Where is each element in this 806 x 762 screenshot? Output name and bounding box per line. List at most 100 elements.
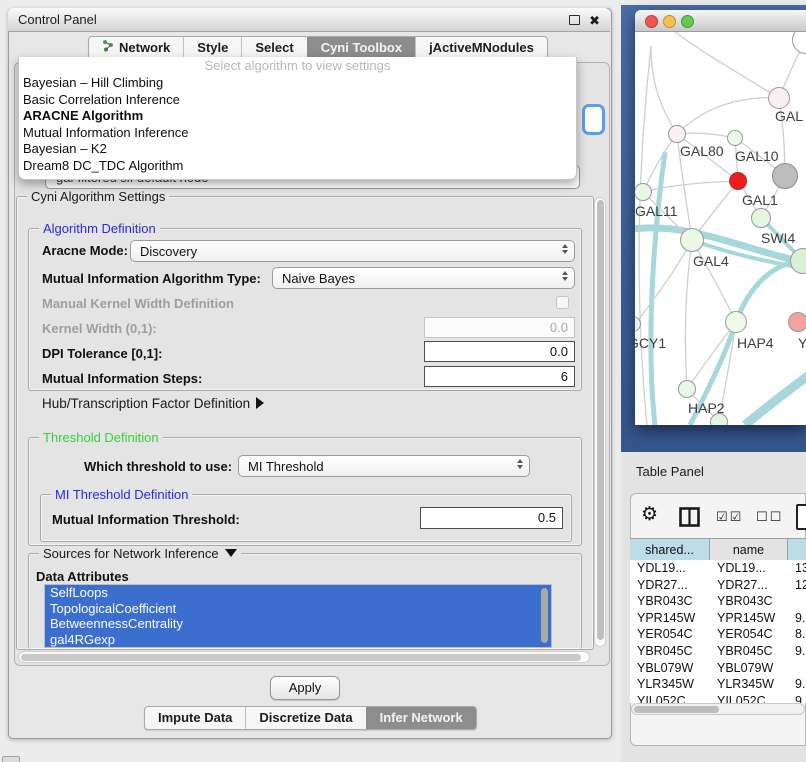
dpi-tolerance-label: DPI Tolerance [0,1]: — [42, 346, 162, 361]
threshold-definition-title: Threshold Definition — [39, 430, 163, 445]
node-label-gal80: GAL80 — [680, 143, 724, 159]
tab-jactivemnodules[interactable]: jActiveMNodules — [415, 37, 547, 59]
attribute-item-betweennesscentrality[interactable]: BetweennessCentrality — [45, 616, 551, 632]
table-horizontal-scrollbar[interactable] — [631, 703, 805, 715]
zoom-traffic-light-icon[interactable] — [681, 15, 694, 28]
table-row[interactable]: YBL079WYBL079W — [630, 660, 806, 677]
manual-kernel-checkbox[interactable] — [556, 296, 569, 309]
attribute-item-selfloops[interactable]: SelfLoops — [45, 585, 551, 601]
tab-select[interactable]: Select — [241, 37, 306, 59]
corner-widget[interactable] — [2, 756, 20, 762]
settings-horizontal-scrollbar[interactable] — [18, 651, 590, 663]
table-row[interactable]: YBR045CYBR045C9. — [630, 643, 806, 660]
export-table-icon[interactable] — [796, 504, 806, 530]
table-row[interactable]: YDR27...YDR27...12 — [630, 577, 806, 594]
hub-definition-toggle[interactable]: Hub/Transcription Factor Definition — [42, 396, 264, 411]
scrollbar-thumb[interactable] — [597, 200, 604, 640]
bottom-tab-discretize-data[interactable]: Discretize Data — [245, 707, 365, 729]
algorithm-option-bayesian-hill-climbing[interactable]: Bayesian – Hill Climbing — [19, 75, 576, 92]
network-node[interactable] — [772, 163, 798, 189]
table-cell: YLR345W — [630, 676, 710, 693]
table-row[interactable]: YDL19...YDL19...13 — [630, 560, 806, 577]
table-cell: YPR145W — [710, 610, 788, 627]
expand-right-icon — [256, 397, 264, 409]
data-attributes-label: Data Attributes — [36, 569, 129, 584]
attribute-item-topologicalcoefficient[interactable]: TopologicalCoefficient — [45, 601, 551, 617]
which-threshold-value: MI Threshold — [248, 459, 324, 474]
algorithm-option-dream8-dc-tdc-algorithm[interactable]: Dream8 DC_TDC Algorithm — [19, 158, 576, 175]
column-header-2[interactable] — [788, 539, 806, 561]
column-layout-icon[interactable] — [679, 507, 700, 530]
aracne-mode-combo[interactable]: Discovery — [130, 240, 575, 262]
unchecked-columns-icon[interactable]: ☐☐ — [756, 509, 783, 525]
network-node-gal80[interactable] — [668, 125, 686, 143]
scrollbar-thumb[interactable] — [634, 706, 719, 713]
table-header-row: shared...name — [630, 538, 806, 562]
settings-vertical-scrollbar[interactable] — [594, 197, 606, 647]
attribute-item-gal4rgexp[interactable]: gal4RGexp — [45, 632, 551, 648]
tab-style[interactable]: Style — [183, 37, 241, 59]
close-traffic-light-icon[interactable] — [645, 15, 658, 28]
node-label-swi4: SWI4 — [761, 230, 795, 246]
table-cell: YLR345W — [710, 676, 788, 693]
network-node-y[interactable] — [788, 312, 806, 332]
attribute-list-scrollbar[interactable] — [541, 588, 548, 643]
network-node-hap4[interactable] — [725, 311, 747, 333]
tab-label: Select — [255, 37, 293, 59]
close-panel-icon[interactable]: ✖ — [589, 14, 600, 27]
algorithm-option-basic-correlation-inference[interactable]: Basic Correlation Inference — [19, 92, 576, 109]
tab-label: jActiveMNodules — [429, 37, 534, 59]
sources-group-toggle[interactable]: Sources for Network Inference — [39, 546, 241, 561]
algorithm-option-aracne-algorithm[interactable]: ARACNE Algorithm — [19, 108, 576, 125]
bottom-tab-impute-data[interactable]: Impute Data — [145, 707, 245, 729]
column-header-name[interactable]: name — [710, 539, 788, 561]
apply-button[interactable]: Apply — [270, 676, 340, 700]
dpi-tolerance-field[interactable]: 0.0 — [424, 341, 575, 362]
network-node-gal1[interactable] — [729, 172, 747, 190]
minimize-traffic-light-icon[interactable] — [663, 15, 676, 28]
tab-cyni-toolbox[interactable]: Cyni Toolbox — [307, 37, 415, 59]
algorithm-option-bayesian-k2[interactable]: Bayesian – K2 — [19, 141, 576, 158]
gear-icon[interactable]: ⚙ — [641, 503, 658, 526]
which-threshold-combo[interactable]: MI Threshold — [238, 455, 530, 477]
network-canvas[interactable]: GALGAL80GAL10GAL1GAL11SWI4GAL4GCY1HAP4YH… — [635, 32, 806, 425]
table-cell: YBR043C — [630, 593, 710, 610]
bottom-tab-label: Impute Data — [158, 707, 232, 729]
table-row[interactable]: YPR145WYPR145W9. — [630, 610, 806, 627]
table-cell: YER054C — [630, 626, 710, 643]
kernel-width-field[interactable]: 0.0 — [424, 317, 575, 338]
column-header-shared[interactable]: shared... — [630, 539, 710, 561]
screen: Control Panel ✖ Network Style Select Cyni T… — [0, 0, 806, 762]
table-panel-title: Table Panel — [636, 464, 704, 479]
scrollbar-thumb[interactable] — [21, 654, 581, 661]
algorithm-option-mutual-information-inference[interactable]: Mutual Information Inference — [19, 125, 576, 142]
table-row[interactable]: YER054CYER054C8. — [630, 626, 806, 643]
network-node-gal4[interactable] — [680, 228, 704, 252]
table-row[interactable]: YLR345WYLR345W9. — [630, 676, 806, 693]
network-node-gal10[interactable] — [727, 130, 743, 146]
mi-steps-field[interactable]: 6 — [424, 366, 575, 387]
tab-network[interactable]: Network — [89, 37, 183, 59]
network-node-swi4[interactable] — [751, 208, 771, 228]
network-window-titlebar[interactable] — [635, 10, 806, 32]
network-node-gal[interactable] — [768, 87, 790, 109]
mi-threshold-field[interactable]: 0.5 — [420, 507, 563, 529]
tab-label: Style — [197, 37, 228, 59]
network-node-hap2[interactable] — [678, 380, 696, 398]
table-row[interactable]: YIL052CYIL052C9 — [630, 693, 806, 703]
bottom-tab-label: Discretize Data — [259, 707, 352, 729]
algorithm-dropdown-placeholder: Select algorithm to view settings — [19, 57, 576, 75]
mi-type-value: Naive Bayes — [282, 271, 355, 286]
table-cell: 9 — [788, 693, 806, 703]
bottom-tab-infer-network[interactable]: Infer Network — [366, 707, 476, 729]
float-window-icon[interactable] — [569, 15, 580, 25]
mi-type-combo[interactable]: Naive Bayes — [272, 267, 575, 289]
checked-columns-icon[interactable]: ☑☑ — [716, 509, 743, 525]
stepper-icon — [517, 459, 523, 469]
node-label-y: Y — [798, 335, 806, 351]
cyni-algorithm-settings-title: Cyni Algorithm Settings — [27, 189, 169, 204]
control-panel-titlebar[interactable]: Control Panel ✖ — [8, 8, 610, 32]
network-node[interactable] — [710, 413, 728, 425]
table-row[interactable]: YBR043CYBR043C — [630, 593, 806, 610]
algorithm-options-list: Bayesian – Hill ClimbingBasic Correlatio… — [19, 75, 576, 174]
